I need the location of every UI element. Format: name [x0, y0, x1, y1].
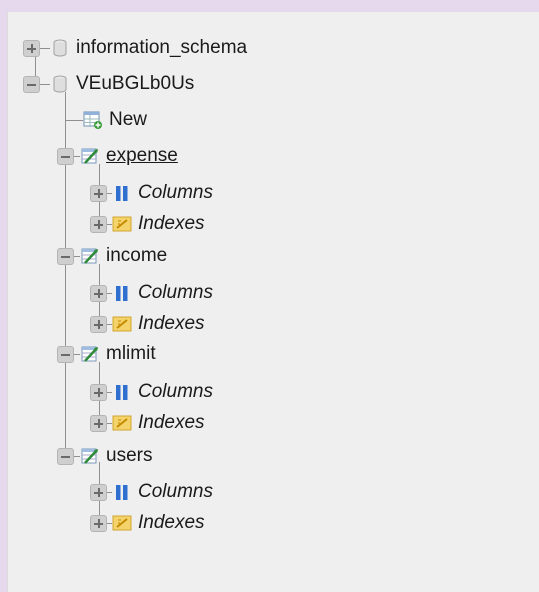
indexes-label[interactable]: Indexes: [138, 313, 205, 335]
tree-item-new[interactable]: New: [65, 106, 147, 134]
tree-item-database[interactable]: VEuBGLb0Us: [23, 70, 194, 98]
columns-label[interactable]: Columns: [138, 282, 213, 304]
columns-label[interactable]: Columns: [138, 381, 213, 403]
columns-label[interactable]: Columns: [138, 481, 213, 503]
tree-item-columns[interactable]: Columns: [90, 179, 213, 207]
table-icon: [80, 446, 100, 466]
table-name[interactable]: users: [106, 445, 152, 467]
minus-expander-icon[interactable]: [23, 75, 40, 93]
tree-item-columns[interactable]: Columns: [90, 279, 213, 307]
plus-expander-icon[interactable]: [23, 39, 40, 57]
tree-item-columns[interactable]: Columns: [90, 378, 213, 406]
indexes-label[interactable]: Indexes: [138, 512, 205, 534]
indexes-label[interactable]: Indexes: [138, 213, 205, 235]
minus-expander-icon[interactable]: [57, 247, 74, 265]
tree-item-columns[interactable]: Columns: [90, 478, 213, 506]
minus-expander-icon[interactable]: [57, 147, 74, 165]
plus-expander-icon[interactable]: [90, 414, 107, 432]
table-name[interactable]: income: [106, 245, 167, 267]
tree-item-table-users[interactable]: users: [57, 442, 152, 470]
tree-item-table-mlimit[interactable]: mlimit: [57, 340, 156, 368]
columns-icon: [112, 382, 132, 402]
indexes-icon: [112, 314, 132, 334]
indexes-icon: [112, 513, 132, 533]
plus-expander-icon[interactable]: [90, 184, 107, 202]
minus-expander-icon[interactable]: [57, 345, 74, 363]
plus-expander-icon[interactable]: [90, 315, 107, 333]
columns-icon: [112, 482, 132, 502]
tree-item-table-expense[interactable]: expense: [57, 142, 178, 170]
plus-expander-icon[interactable]: [90, 215, 107, 233]
table-name[interactable]: expense: [106, 145, 178, 167]
database-name[interactable]: VEuBGLb0Us: [76, 73, 194, 95]
tree-item-indexes[interactable]: Indexes: [90, 310, 205, 338]
tree-item-indexes[interactable]: Indexes: [90, 409, 205, 437]
tree-item-table-income[interactable]: income: [57, 242, 167, 270]
new-label[interactable]: New: [109, 109, 147, 131]
tree-item-indexes[interactable]: Indexes: [90, 509, 205, 537]
indexes-icon: [112, 214, 132, 234]
indexes-icon: [112, 413, 132, 433]
database-icon: [50, 74, 70, 94]
database-icon: [50, 38, 70, 58]
columns-icon: [112, 183, 132, 203]
table-icon: [80, 246, 100, 266]
tree-item-information-schema[interactable]: information_schema: [23, 34, 247, 62]
plus-expander-icon[interactable]: [90, 483, 107, 501]
minus-expander-icon[interactable]: [57, 447, 74, 465]
database-tree: information_schema VEuBGLb0Us New expens…: [8, 12, 539, 592]
indexes-label[interactable]: Indexes: [138, 412, 205, 434]
navigation-panel: information_schema VEuBGLb0Us New expens…: [7, 12, 539, 592]
columns-icon: [112, 283, 132, 303]
table-name[interactable]: mlimit: [106, 343, 156, 365]
plus-expander-icon[interactable]: [90, 514, 107, 532]
columns-label[interactable]: Columns: [138, 182, 213, 204]
table-icon: [80, 146, 100, 166]
plus-expander-icon[interactable]: [90, 383, 107, 401]
tree-item-indexes[interactable]: Indexes: [90, 210, 205, 238]
database-name[interactable]: information_schema: [76, 37, 247, 59]
table-icon: [80, 344, 100, 364]
new-table-icon: [83, 110, 103, 130]
plus-expander-icon[interactable]: [90, 284, 107, 302]
